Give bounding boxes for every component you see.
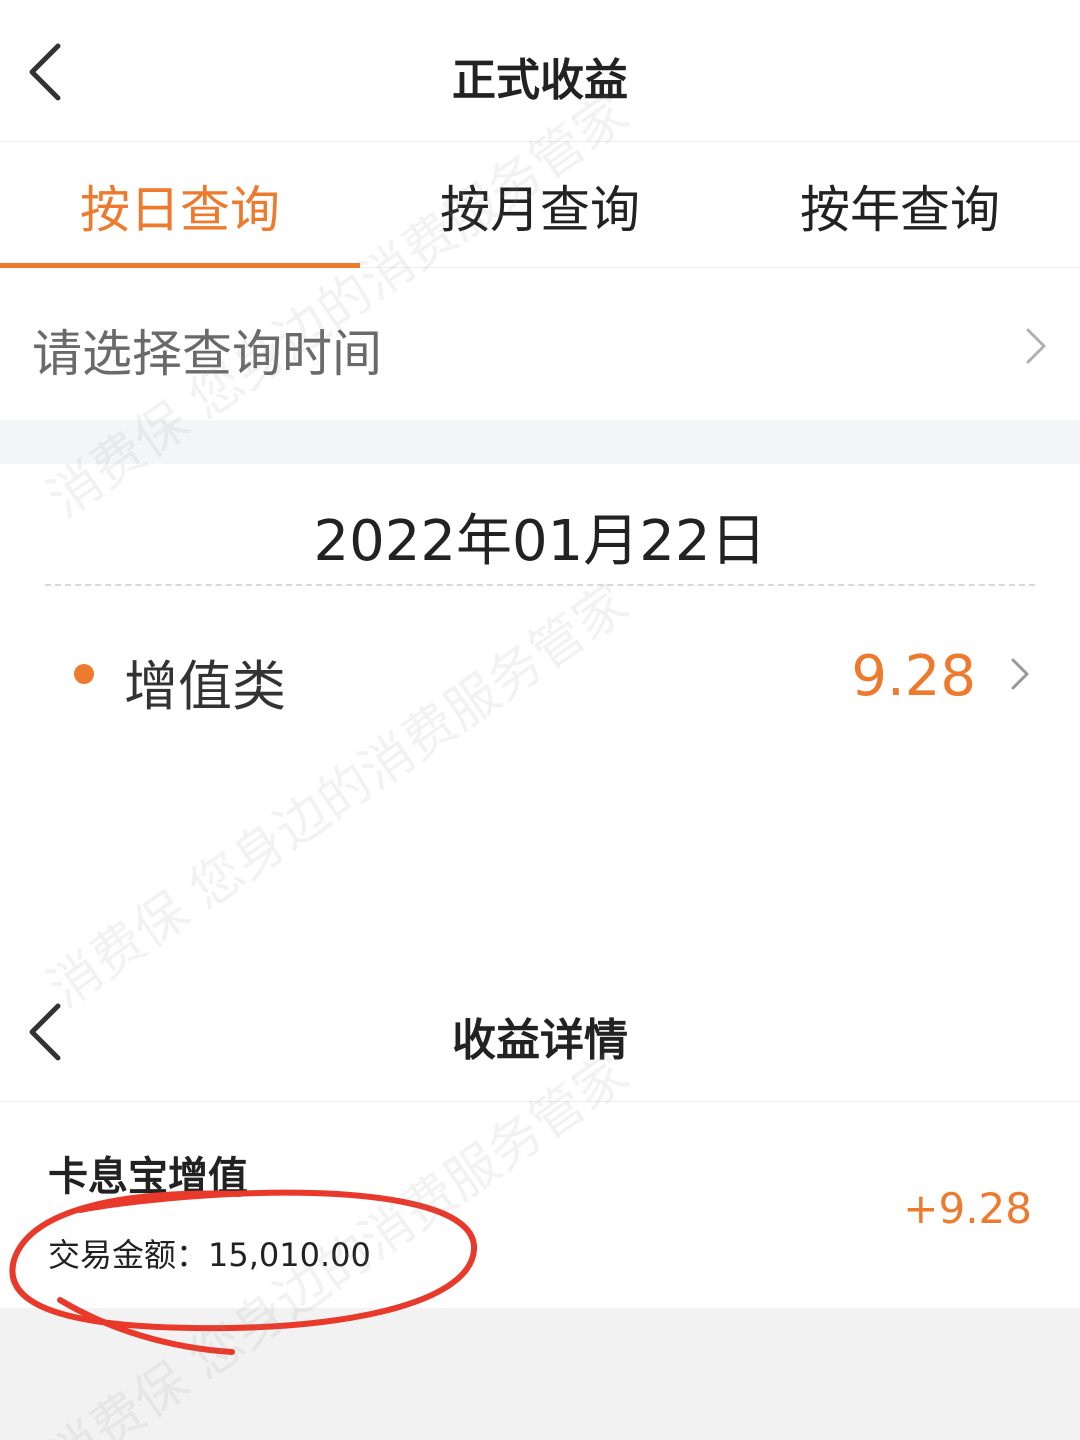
selected-date: 2022年01月22日 xyxy=(313,509,767,574)
tab-daily-label: 按日查询 xyxy=(80,181,280,239)
income-category-value: 9.28 xyxy=(851,644,976,709)
detail-income-value: +9.28 xyxy=(903,1184,1032,1233)
detail-page-title: 收益详情 xyxy=(452,1015,628,1066)
transaction-amount-row: 交易金额：15,010.00 xyxy=(48,1230,371,1276)
bottom-background xyxy=(0,1308,1080,1440)
tab-yearly[interactable]: 按年查询 xyxy=(720,142,1080,268)
dashed-divider xyxy=(45,584,1035,586)
income-category-name: 增值类 xyxy=(124,655,286,718)
detail-product-name: 卡息宝增值 xyxy=(48,1154,248,1200)
transaction-amount-value: 15,010.00 xyxy=(208,1236,371,1274)
transaction-amount-label: 交易金额： xyxy=(48,1236,209,1274)
active-tab-indicator xyxy=(0,263,360,268)
page-title: 正式收益 xyxy=(452,55,628,106)
tab-monthly[interactable]: 按月查询 xyxy=(360,142,720,268)
chevron-right-icon xyxy=(1011,658,1029,690)
section-divider xyxy=(0,420,1080,464)
income-category-row[interactable]: 增值类 9.28 xyxy=(0,630,1080,720)
detail-header: 收益详情 xyxy=(0,960,1080,1102)
tab-daily[interactable]: 按日查询 xyxy=(0,142,360,268)
income-detail-entry[interactable]: 卡息宝增值 交易金额：15,010.00 +9.28 xyxy=(0,1102,1080,1308)
tab-monthly-label: 按月查询 xyxy=(440,181,640,239)
bullet-dot-icon xyxy=(74,664,94,684)
select-time-label: 请选择查询时间 xyxy=(32,325,382,383)
query-tabs: 按日查询 按月查询 按年查询 xyxy=(0,142,1080,268)
chevron-right-icon xyxy=(1026,328,1046,364)
top-header: 正式收益 xyxy=(0,0,1080,142)
select-time-row[interactable]: 请选择查询时间 xyxy=(0,270,1080,420)
tab-yearly-label: 按年查询 xyxy=(800,181,1000,239)
